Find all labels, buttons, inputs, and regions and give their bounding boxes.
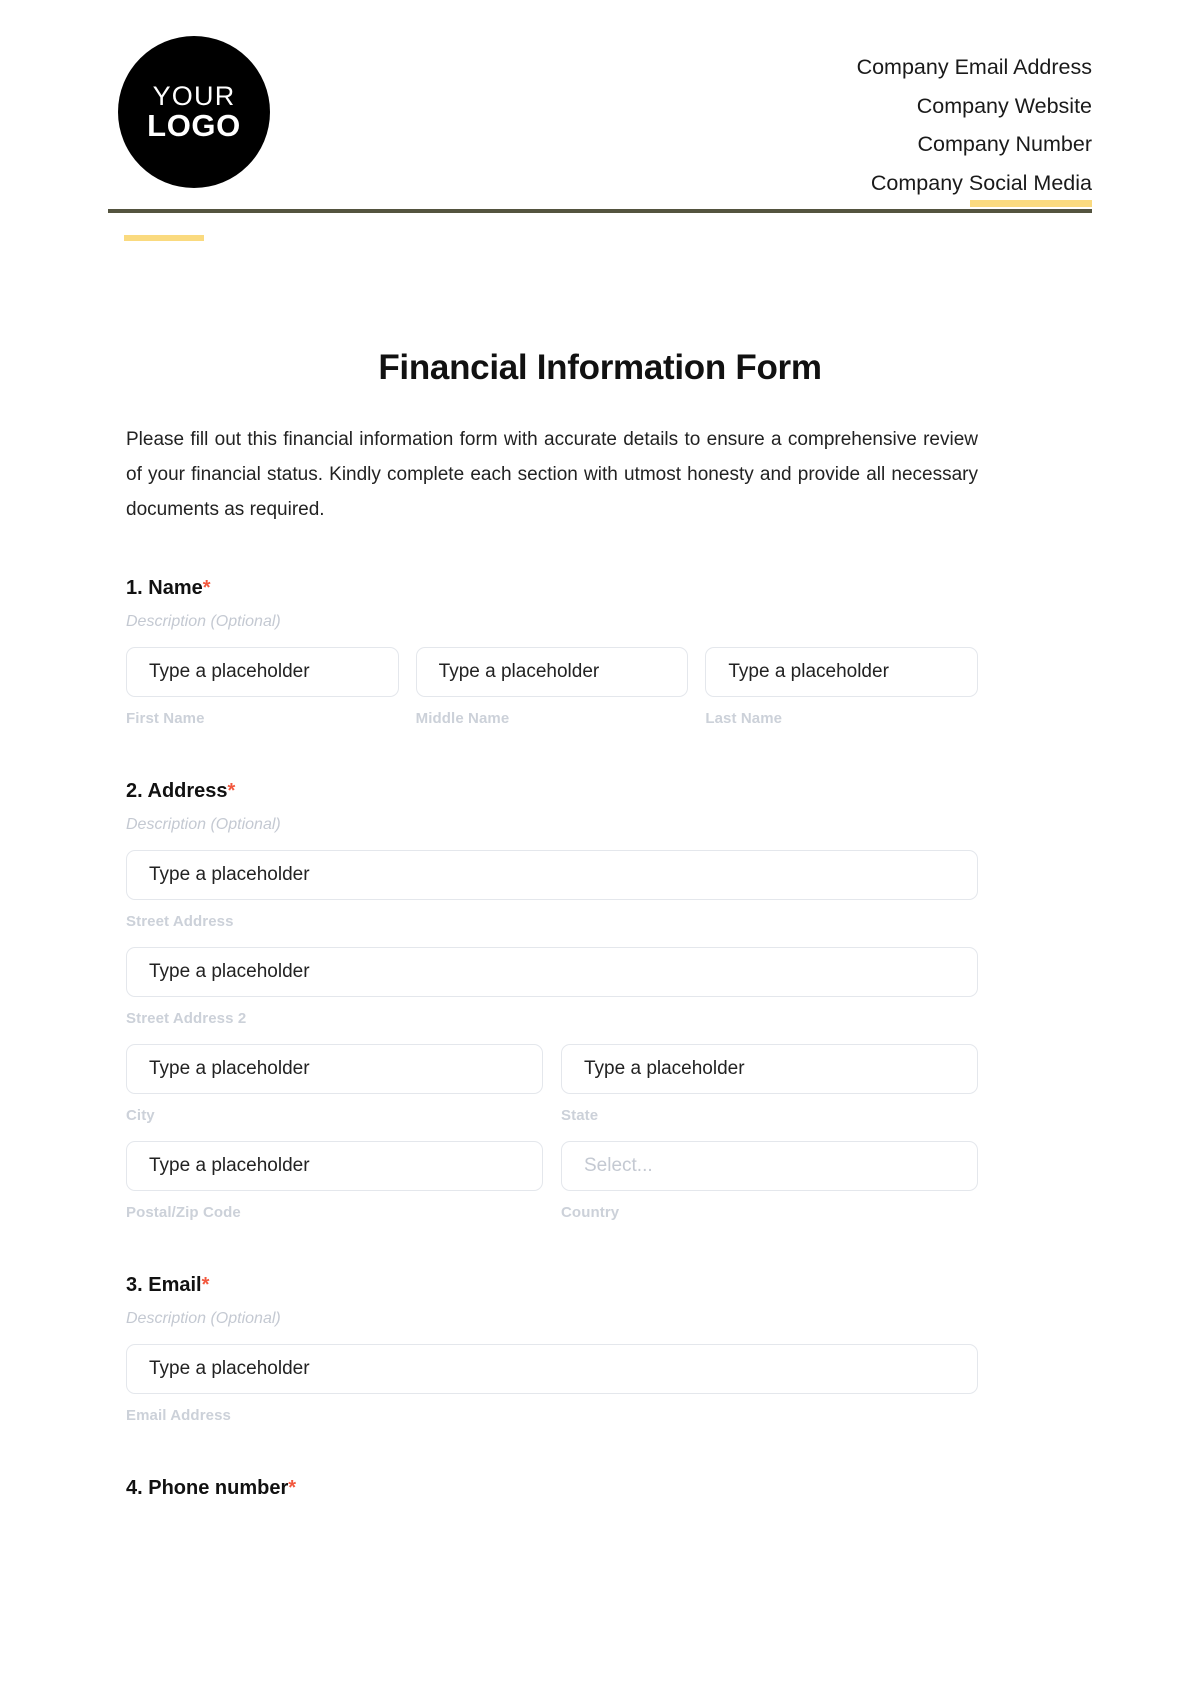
postal-code-label: Postal/Zip Code [126,1204,241,1221]
divider-line [108,209,1092,213]
last-name-label: Last Name [705,710,783,727]
section-name-label: Name [148,577,203,599]
page-header: YOUR LOGO Company Email Address Company … [0,0,1200,195]
company-logo: YOUR LOGO [118,36,270,188]
section-address: 2. Address* Description (Optional) Type … [126,780,978,1221]
city-input[interactable]: Type a placeholder [126,1044,543,1094]
required-asterisk: * [202,577,211,599]
email-address-input[interactable]: Type a placeholder [126,1344,978,1394]
country-field-group: Select... Country [561,1141,978,1221]
section-phone-number: 4. Phone number* [126,1477,978,1500]
form-content: Financial Information Form Please fill o… [0,348,1200,1500]
email-address-label: Email Address [126,1407,231,1424]
street-address-2-field-group: Type a placeholder Street Address 2 [126,947,978,1027]
accent-bar-left [124,235,204,241]
country-select[interactable]: Select... [561,1141,978,1191]
form-page: YOUR LOGO Company Email Address Company … [0,0,1200,1701]
first-name-input[interactable]: Type a placeholder [126,647,399,697]
required-asterisk: * [201,1274,210,1296]
city-field-group: Type a placeholder City [126,1044,543,1124]
accent-bar-right [970,200,1092,207]
section-phone-number-number: 4. [126,1477,143,1499]
state-field-group: Type a placeholder State [561,1044,978,1124]
name-field-row: Type a placeholder First Name Type a pla… [126,647,979,727]
section-email-number: 3. [126,1274,143,1296]
middle-name-label: Middle Name [415,710,510,727]
postal-code-input[interactable]: Type a placeholder [126,1141,543,1191]
section-address-title: 2. Address* [126,780,978,803]
street-address-label: Street Address [126,913,234,930]
first-name-label: First Name [126,710,205,727]
middle-name-field-group: Type a placeholder Middle Name [415,647,689,727]
street-address-2-label: Street Address 2 [126,1010,247,1027]
state-label: State [561,1107,599,1124]
street-address-2-input[interactable]: Type a placeholder [126,947,978,997]
postal-code-field-group: Type a placeholder Postal/Zip Code [126,1141,543,1221]
form-intro-paragraph: Please fill out this financial informati… [126,429,978,520]
section-email-title: 3. Email* [126,1274,978,1297]
section-email: 3. Email* Description (Optional) Type a … [126,1274,978,1424]
section-name-description: Description (Optional) [126,613,281,630]
company-contact-block: Company Email Address Company Website Co… [857,36,1092,202]
middle-name-input[interactable]: Type a placeholder [415,647,689,697]
city-label: City [126,1107,155,1124]
section-address-label: Address [147,780,228,802]
section-email-label: Email [148,1274,202,1296]
state-input[interactable]: Type a placeholder [561,1044,978,1094]
postal-country-row: Type a placeholder Postal/Zip Code Selec… [126,1141,978,1221]
city-state-row: Type a placeholder City Type a placehold… [126,1044,978,1124]
section-phone-number-title: 4. Phone number* [126,1477,978,1500]
required-asterisk: * [288,1477,297,1499]
section-address-description: Description (Optional) [126,816,281,833]
section-name: 1. Name* Description (Optional) Type a p… [126,577,979,727]
first-name-field-group: Type a placeholder First Name [126,647,399,727]
section-name-title: 1. Name* [126,577,978,600]
company-number: Company Number [917,132,1092,156]
logo-text-your: YOUR [152,80,236,111]
last-name-field-group: Type a placeholder Last Name [705,647,979,727]
email-address-field-group: Type a placeholder Email Address [126,1344,978,1424]
section-name-number: 1. [126,577,143,599]
header-divider [108,190,1092,242]
section-phone-number-label: Phone number [148,1477,289,1499]
country-label: Country [561,1204,620,1221]
section-email-description: Description (Optional) [126,1310,281,1327]
last-name-input[interactable]: Type a placeholder [705,647,979,697]
street-address-input[interactable]: Type a placeholder [126,850,978,900]
company-email-address: Company Email Address [856,55,1092,79]
street-address-field-group: Type a placeholder Street Address [126,850,978,930]
required-asterisk: * [227,780,236,802]
section-address-number: 2. [126,780,143,802]
logo-text-logo: LOGO [147,107,241,143]
page-title: Financial Information Form [378,348,822,387]
company-website: Company Website [916,93,1092,118]
